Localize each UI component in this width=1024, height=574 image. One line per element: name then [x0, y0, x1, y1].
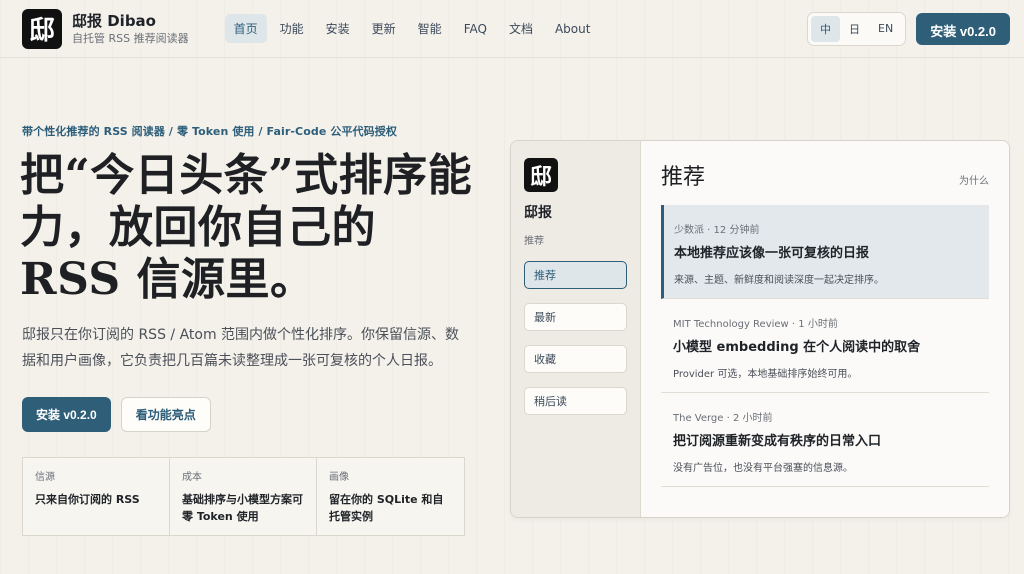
nav-faq[interactable]: FAQ: [455, 16, 496, 42]
nav-features[interactable]: 功能: [271, 14, 313, 43]
feed-list: 少数派 · 12 分钟前 本地推荐应该像一张可复核的日报 来源、主题、新鲜度和阅…: [661, 205, 989, 487]
feature-label: 信源: [35, 472, 55, 483]
preview-side-nav: 推荐 最新 收藏 稍后读: [524, 261, 627, 415]
feed-meta: MIT Technology Review · 1 小时前: [673, 319, 838, 330]
feature-value: 只来自你订阅的 RSS: [35, 493, 140, 506]
preview-title: 推荐: [661, 165, 706, 190]
feed-item[interactable]: MIT Technology Review · 1 小时前 小模型 embedd…: [661, 299, 989, 393]
feed-title: 把订阅源重新变成有秩序的日常入口: [673, 434, 882, 449]
side-nav-read-later[interactable]: 稍后读: [524, 387, 627, 415]
hero-title: 把“今日头条”式排序能力，放回你自己的 RSS 信源里。: [20, 150, 473, 305]
side-nav-latest[interactable]: 最新: [524, 303, 627, 331]
side-nav-favorites[interactable]: 收藏: [524, 345, 627, 373]
preview-app-subtitle: 推荐: [524, 236, 544, 247]
feature-profile: 画像 留在你的 SQLite 和自托管实例: [317, 458, 464, 535]
lang-zh[interactable]: 中: [811, 15, 841, 42]
hero-install-button[interactable]: 安装 v0.2.0: [22, 397, 111, 432]
feature-label: 成本: [182, 472, 202, 483]
feed-description: 来源、主题、新鲜度和阅读深度一起决定排序。: [674, 275, 884, 286]
brand-subtitle: 自托管 RSS 推荐阅读器: [72, 31, 189, 45]
nav-updates[interactable]: 更新: [363, 14, 405, 43]
preview-logo: 邸: [524, 158, 558, 192]
preview-header: 推荐 为什么: [661, 159, 989, 191]
side-nav-recommended[interactable]: 推荐: [524, 261, 627, 289]
nav-home[interactable]: 首页: [224, 14, 267, 43]
feature-value: 基础排序与小模型方案可零 Token 使用: [182, 493, 303, 523]
why-link[interactable]: 为什么: [959, 172, 989, 187]
nav-about[interactable]: About: [546, 16, 599, 42]
brand-logo[interactable]: 邸: [22, 8, 62, 49]
feature-value: 留在你的 SQLite 和自托管实例: [329, 493, 444, 523]
hero-eyebrow: 带个性化推荐的 RSS 阅读器 / 零 Token 使用 / Fair-Code…: [22, 125, 397, 138]
main-nav: 首页 功能 安装 更新 智能 FAQ 文档 About: [224, 14, 600, 43]
hero-description: 邸报只在你订阅的 RSS / Atom 范围内做个性化排序。你保留信源、数据和用…: [22, 327, 460, 369]
feature-cost: 成本 基础排序与小模型方案可零 Token 使用: [170, 458, 317, 535]
hero-actions: 安装 v0.2.0 看功能亮点: [22, 397, 211, 432]
feed-item[interactable]: The Verge · 2 小时前 把订阅源重新变成有秩序的日常入口 没有广告位…: [661, 393, 989, 487]
brand-title[interactable]: 邸报 Dibao: [72, 12, 189, 30]
brand-logo-glyph: 邸: [28, 16, 55, 46]
feature-grid: 信源 只来自你订阅的 RSS 成本 基础排序与小模型方案可零 Token 使用 …: [22, 457, 465, 536]
header-actions: 中 日 EN 安装 v0.2.0: [807, 11, 1010, 46]
preview-main: 推荐 为什么 少数派 · 12 分钟前 本地推荐应该像一张可复核的日报 来源、主…: [641, 141, 1009, 517]
nav-intelligence[interactable]: 智能: [409, 14, 451, 43]
app-preview: 邸 邸报 推荐 推荐 最新 收藏 稍后读 推荐 为什么 少数派 · 12 分钟前…: [510, 140, 1010, 518]
feed-title: 小模型 embedding 在个人阅读中的取舍: [673, 340, 921, 355]
feed-title: 本地推荐应该像一张可复核的日报: [674, 246, 870, 261]
preview-logo-glyph: 邸: [529, 164, 552, 190]
page: 邸 邸报 Dibao 自托管 RSS 推荐阅读器 首页 功能 安装 更新 智能 …: [0, 0, 1024, 574]
feed-description: 没有广告位，也没有平台强塞的信息源。: [673, 463, 853, 474]
preview-sidebar: 邸 邸报 推荐 推荐 最新 收藏 稍后读: [511, 141, 641, 517]
header-install-button[interactable]: 安装 v0.2.0: [916, 12, 1010, 45]
feed-meta: 少数派 · 12 分钟前: [674, 225, 760, 236]
feed-description: Provider 可选，本地基础排序始终可用。: [673, 369, 858, 380]
language-switcher: 中 日 EN: [807, 11, 907, 46]
feed-meta: The Verge · 2 小时前: [673, 413, 773, 424]
top-header: 邸 邸报 Dibao 自托管 RSS 推荐阅读器 首页 功能 安装 更新 智能 …: [0, 0, 1024, 58]
feature-label: 画像: [329, 472, 349, 483]
lang-en[interactable]: EN: [869, 17, 902, 40]
feature-source: 信源 只来自你订阅的 RSS: [23, 458, 170, 535]
preview-app-name: 邸报: [524, 205, 552, 221]
brand: 邸报 Dibao 自托管 RSS 推荐阅读器: [72, 12, 189, 46]
feed-item[interactable]: 少数派 · 12 分钟前 本地推荐应该像一张可复核的日报 来源、主题、新鲜度和阅…: [661, 205, 989, 299]
nav-install[interactable]: 安装: [317, 14, 359, 43]
nav-docs[interactable]: 文档: [500, 14, 542, 43]
lang-ja[interactable]: 日: [840, 16, 869, 42]
features-button[interactable]: 看功能亮点: [120, 397, 211, 432]
